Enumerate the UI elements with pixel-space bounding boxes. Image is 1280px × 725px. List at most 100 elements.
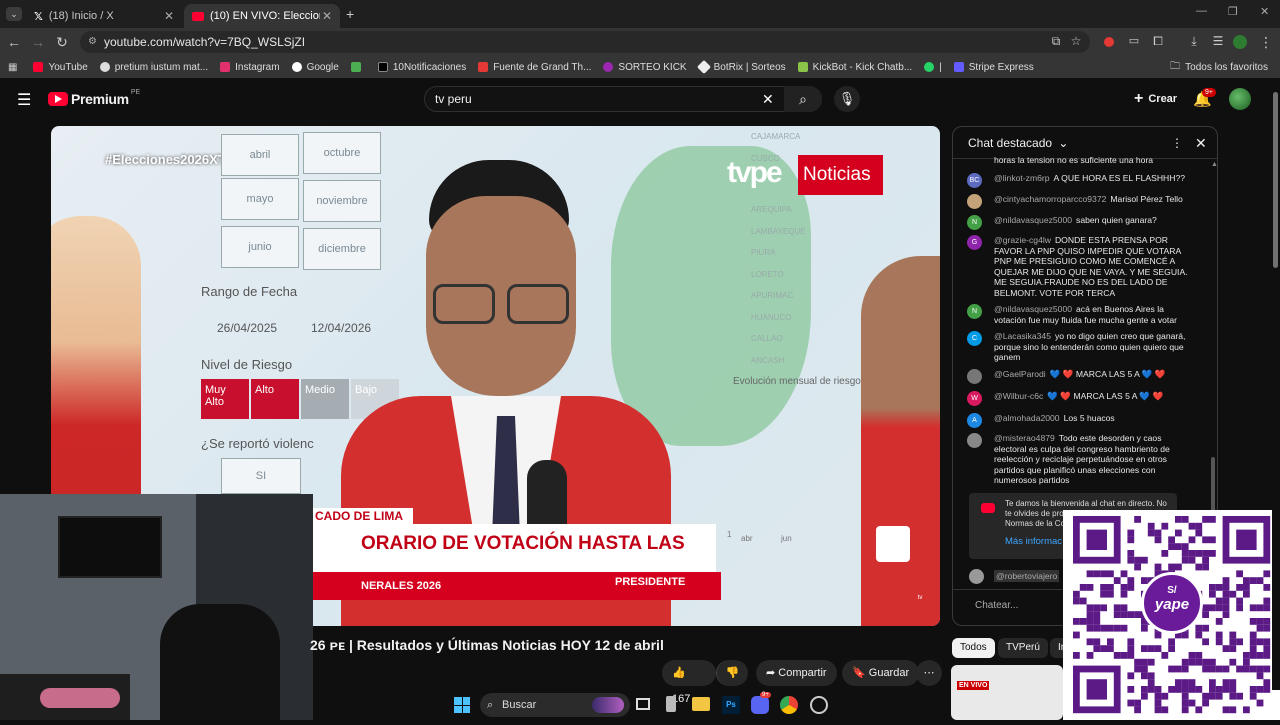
voice-search-button[interactable]: 🎙: [834, 86, 860, 112]
obs-icon[interactable]: [810, 696, 828, 714]
windows-start-icon[interactable]: [454, 697, 470, 713]
chat-message: W @Wilbur-c6c 💙 ❤️ MARCA LAS 5 A 💙 ❤️: [967, 391, 1195, 406]
all-bookmarks-folder[interactable]: 🗀 Todos los favoritos: [1170, 59, 1268, 76]
forward-arrow-icon[interactable]: →: [30, 34, 46, 50]
stripe-icon: [953, 62, 964, 72]
chat-more-icon[interactable]: ⋮: [1171, 127, 1183, 159]
restore-button[interactable]: ❐: [1228, 5, 1238, 18]
chip-tvperu[interactable]: TVPerú: [998, 638, 1048, 658]
profile-avatar[interactable]: [1233, 35, 1247, 49]
avatar: C: [967, 331, 982, 346]
chat-scrollbar[interactable]: [1211, 457, 1215, 517]
photoshop-icon[interactable]: Ps: [722, 696, 740, 714]
window-close-button[interactable]: ✕: [1260, 5, 1269, 18]
bookmark-item[interactable]: Google: [291, 62, 339, 73]
kebab-menu-icon[interactable]: ⋮: [1258, 34, 1274, 51]
back-arrow-icon[interactable]: ←: [6, 34, 22, 50]
related-video-thumbnail[interactable]: EN VIVO: [951, 665, 1063, 720]
tab-youtube-live[interactable]: (10) EN VIVO: Elecciones Ge ✕: [184, 4, 340, 28]
extension-icon[interactable]: ▭: [1126, 34, 1142, 47]
reload-icon[interactable]: ↻: [54, 34, 70, 51]
peru-emblem: [876, 526, 910, 562]
chevron-down-icon[interactable]: ⌄: [1058, 136, 1068, 150]
file-explorer-icon[interactable]: [692, 697, 710, 711]
bookmark-item[interactable]: Fuente de Grand Th...: [478, 62, 591, 73]
task-view-icon[interactable]: [636, 698, 650, 710]
minimize-button[interactable]: —: [1196, 5, 1207, 17]
like-button[interactable]: 👍 167: [662, 660, 716, 705]
address-bar[interactable]: ⚙ youtube.com/watch?v=7BQ_WSLSjZI: [80, 31, 1090, 53]
page-scrollbar-thumb[interactable]: [1273, 92, 1278, 268]
tab-search-icon[interactable]: ⌄: [6, 7, 22, 21]
puzzle-icon[interactable]: ⧠: [1150, 34, 1166, 49]
create-button[interactable]: + Crear: [1124, 86, 1187, 112]
bookmark-item[interactable]: Instagram: [220, 62, 280, 73]
month-box: junio: [221, 226, 299, 268]
bookmark-item[interactable]: KickBot - Kick Chatb...: [797, 62, 912, 73]
download-icon[interactable]: ⤓: [1186, 34, 1202, 49]
chat-message: @misterao4879 Todo este desorden y caos e…: [967, 433, 1195, 486]
account-avatar[interactable]: [1229, 88, 1251, 110]
chart-tick: abr: [741, 534, 753, 543]
cast-icon[interactable]: ⧉: [1048, 34, 1064, 49]
site-info-icon[interactable]: ⚙: [88, 31, 97, 53]
more-actions-button[interactable]: ⋯: [916, 660, 942, 686]
instagram-icon: [220, 62, 231, 72]
chat-username: @linkot-zm6rp: [994, 173, 1050, 183]
notification-badge: 9+: [1202, 88, 1216, 97]
person-right: [861, 256, 940, 626]
x-logo-icon: 𝕏: [34, 10, 43, 23]
risk-level-label: Nivel de Riesgo: [201, 357, 293, 372]
yape-qr-code: S/ yape: [1063, 510, 1280, 720]
taskbar-search[interactable]: ⌕ Buscar: [480, 693, 630, 717]
bookmark-item[interactable]: |: [924, 62, 942, 73]
search-highlight-icon: [592, 697, 624, 713]
bookmark-item[interactable]: [350, 62, 366, 72]
app-icon[interactable]: [666, 696, 676, 712]
region-label: APURIMAC: [751, 291, 794, 300]
apps-grid-icon[interactable]: ▦: [8, 62, 17, 73]
dislike-button[interactable]: 👎: [716, 660, 748, 686]
share-button[interactable]: ➦ Compartir: [756, 660, 837, 686]
close-icon[interactable]: ✕: [164, 9, 174, 23]
chat-text: A QUE HORA ES EL FLASHHH??: [1053, 173, 1186, 183]
bookmark-item[interactable]: pretium iustum mat...: [99, 62, 208, 73]
vest-label: PRESIDENTE: [615, 576, 686, 588]
webcam-tv: [58, 516, 162, 578]
chip-todos[interactable]: Todos: [952, 638, 995, 658]
tab-x-home[interactable]: 𝕏 (18) Inicio / X ✕: [26, 4, 182, 28]
chat-mode-dropdown[interactable]: Chat destacado: [968, 136, 1052, 150]
hamburger-menu-icon[interactable]: ☰: [17, 90, 31, 110]
avatar: W: [967, 391, 982, 406]
save-button[interactable]: 🔖 Guardar: [842, 660, 920, 686]
media-icon[interactable]: ☰: [1210, 34, 1226, 48]
plus-icon: +: [1134, 90, 1144, 107]
extension-icon[interactable]: [1104, 37, 1114, 47]
close-icon[interactable]: ✕: [322, 9, 332, 23]
bookmark-item[interactable]: SORTEO KICK: [603, 62, 687, 73]
search-button[interactable]: ⌕: [784, 86, 822, 112]
chat-text: Los 5 huacos: [1063, 413, 1115, 423]
youtube-premium-logo[interactable]: Premium PE: [48, 89, 140, 107]
chat-message: @cintyachamorroparcco9372 Marisol Pérez T…: [967, 194, 1195, 209]
chart-tick: 1: [727, 530, 732, 539]
avatar: BC: [967, 173, 982, 188]
violence-label: ¿Se reportó violenc: [201, 436, 314, 451]
clear-search-icon[interactable]: ✕: [762, 91, 774, 108]
font-icon: [478, 62, 489, 72]
chrome-icon[interactable]: [780, 696, 798, 714]
region-label: AREQUIPA: [751, 205, 792, 214]
x-icon: [377, 62, 388, 72]
close-chat-icon[interactable]: ✕: [1195, 127, 1207, 159]
bookmark-item[interactable]: 10Notificaciones: [377, 62, 466, 73]
discord-icon[interactable]: [751, 696, 769, 714]
bookmark-item[interactable]: BotRix | Sorteos: [696, 59, 786, 75]
region-label: LAMBAYEQUE: [751, 226, 806, 236]
discord-badge: 9+: [760, 692, 771, 698]
bookmark-item[interactable]: Stripe Express: [953, 62, 1034, 73]
chat-input[interactable]: Chatear...: [965, 595, 1065, 617]
new-tab-button[interactable]: +: [346, 6, 354, 22]
bookmark-star-icon[interactable]: ☆: [1068, 34, 1084, 48]
chat-scroll-up-icon[interactable]: ▲: [1211, 161, 1217, 169]
bookmark-item[interactable]: YouTube: [33, 62, 88, 73]
